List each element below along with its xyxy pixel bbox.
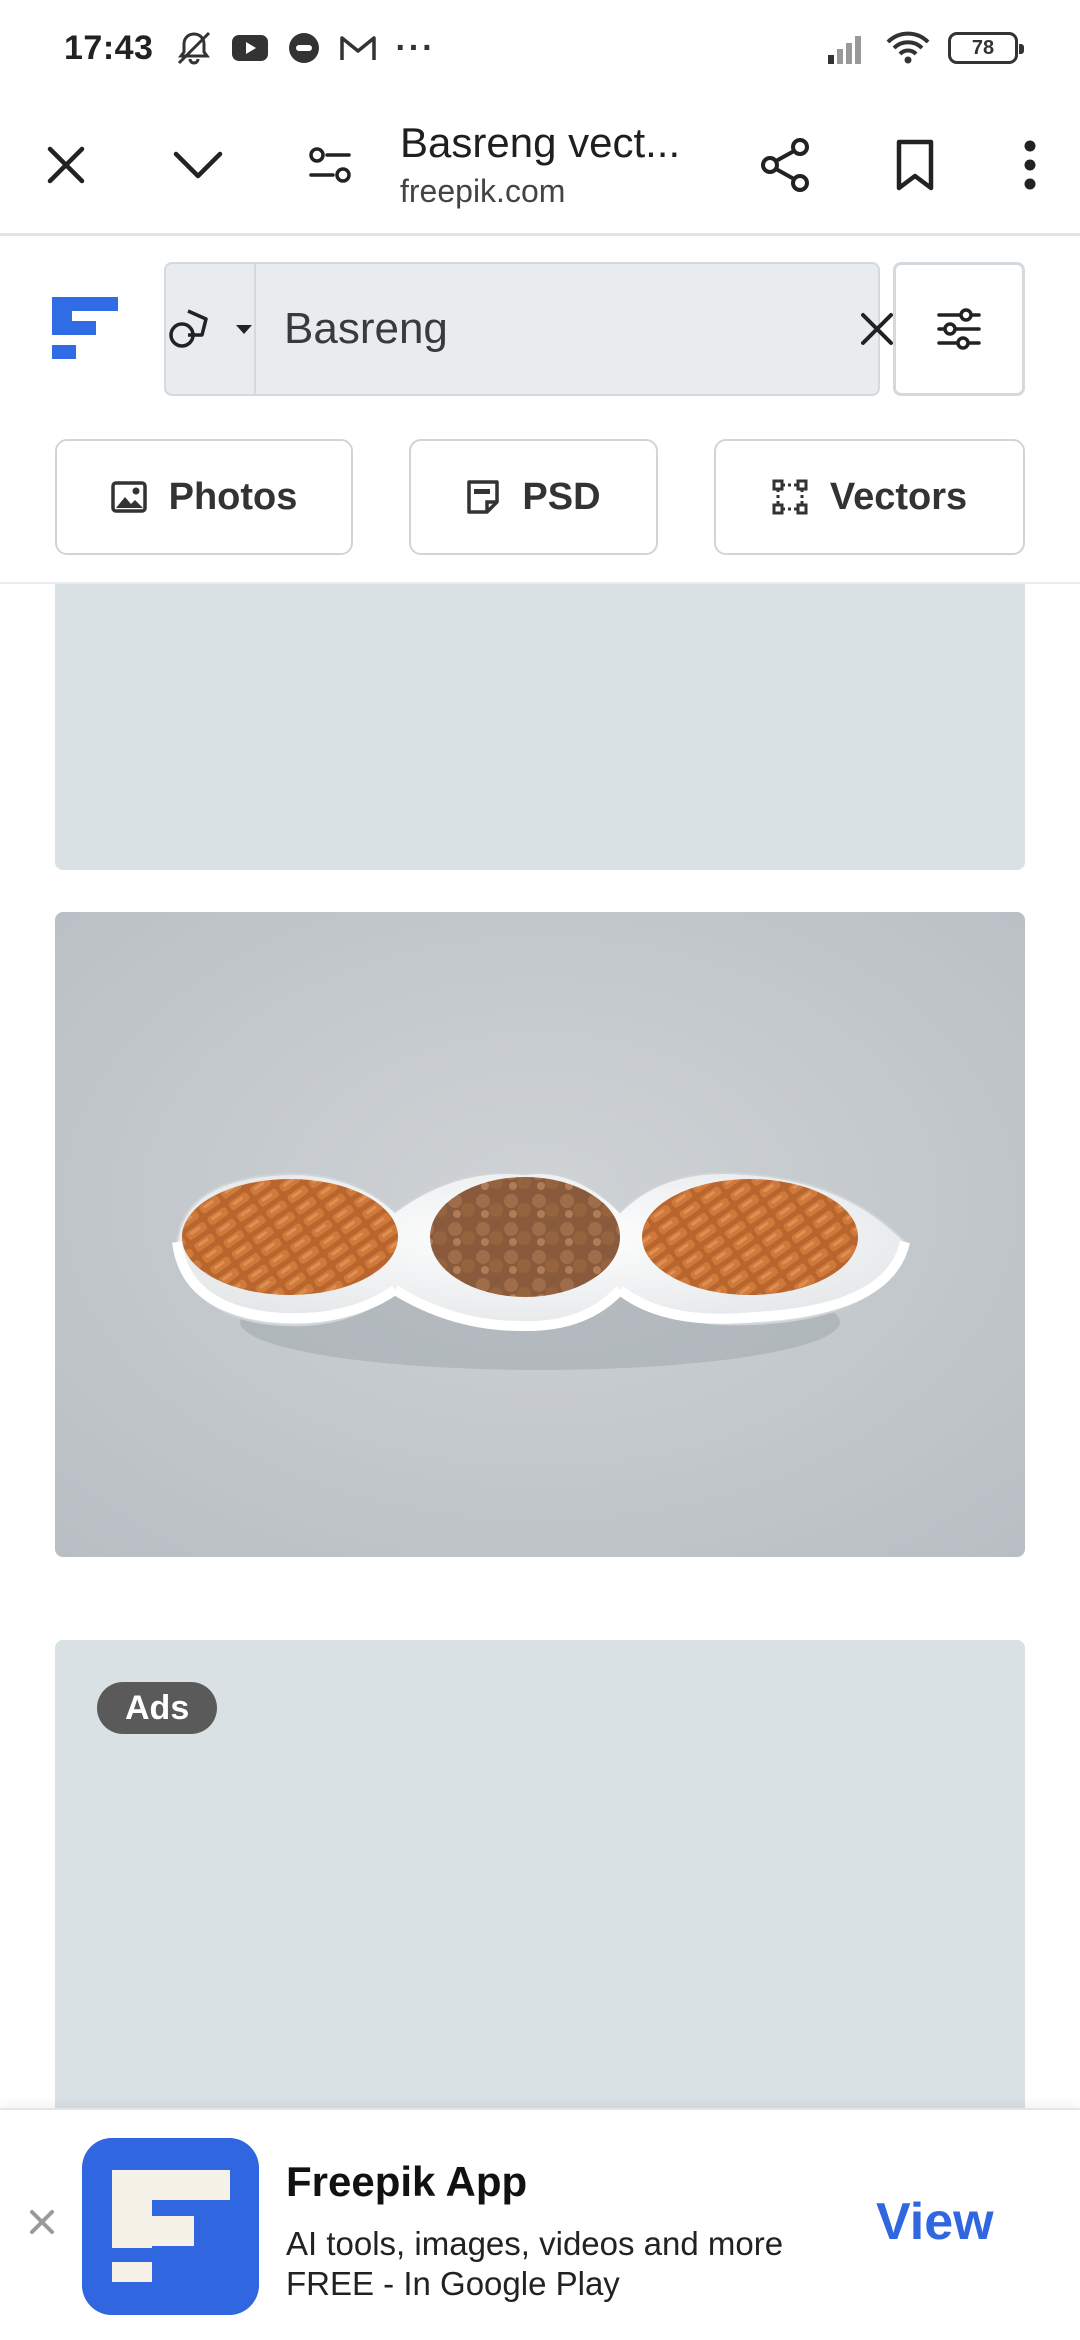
page-title: Basreng vect... (400, 119, 681, 166)
filter-psd-button[interactable]: PSD (409, 439, 658, 555)
chat-bubble-icon (289, 33, 320, 63)
app-install-banner: Freepik App AI tools, images, videos and… (0, 2108, 1080, 2340)
silent-bell-icon (178, 31, 211, 65)
view-app-button[interactable]: View (876, 2192, 994, 2252)
system-indicators: 78 (826, 31, 1024, 65)
tab-title-block[interactable]: Basreng vect... freepik.com (396, 119, 720, 210)
asset-type-dropdown[interactable] (166, 264, 256, 394)
share-button[interactable] (720, 95, 850, 235)
filter-sliders-icon (937, 308, 981, 350)
asset-type-filters: Photos PSD Vectors (0, 439, 1080, 555)
filter-photos-label: Photos (168, 475, 298, 518)
filter-psd-label: PSD (522, 475, 601, 518)
search-bar (164, 262, 971, 396)
status-bar: 17:43 ··· 78 (0, 0, 1080, 96)
more-vert-icon (1024, 140, 1036, 189)
bookmark-button[interactable] (850, 95, 980, 235)
tab-actions (720, 95, 1080, 235)
filters-button[interactable] (893, 262, 1025, 396)
close-icon (861, 313, 893, 345)
freepik-app-icon[interactable] (82, 2138, 259, 2315)
site-settings-icon (309, 146, 351, 183)
youtube-icon (232, 35, 269, 61)
banner-description-line-2: FREE - In Google Play (286, 2265, 620, 2302)
shapes-icon (169, 309, 208, 348)
wifi-icon (886, 31, 930, 64)
result-image-card[interactable] (55, 912, 1025, 1557)
more-notifications-indicator: ··· (395, 28, 436, 67)
filter-photos-button[interactable]: Photos (55, 439, 353, 555)
status-time: 17:43 (64, 28, 154, 67)
close-icon (47, 146, 85, 183)
close-icon (30, 2210, 54, 2234)
close-tab-button[interactable] (0, 95, 132, 235)
site-settings-button[interactable] (264, 95, 396, 235)
psd-file-icon (467, 480, 500, 514)
battery-level: 78 (971, 36, 995, 59)
freepik-logo-icon[interactable] (52, 297, 118, 363)
custom-tab-toolbar: Basreng vect... freepik.com (0, 96, 1080, 236)
bookmark-icon (896, 139, 934, 190)
minimize-tab-button[interactable] (132, 95, 264, 235)
image-icon (110, 481, 147, 513)
clear-search-button[interactable] (859, 264, 895, 394)
battery-indicator: 78 (948, 32, 1024, 64)
share-icon (761, 137, 809, 192)
gmail-icon (340, 36, 377, 60)
ads-badge: Ads (97, 1682, 218, 1734)
banner-description-line-1: AI tools, images, videos and more (286, 2225, 784, 2262)
chevron-down-icon (173, 151, 223, 178)
banner-description: AI tools, images, videos and more FREE -… (286, 2224, 783, 2304)
result-placeholder-card[interactable] (55, 584, 1025, 870)
search-input[interactable] (256, 264, 859, 394)
filter-vectors-button[interactable]: Vectors (714, 439, 1025, 555)
more-options-button[interactable] (980, 95, 1080, 235)
filter-vectors-label: Vectors (829, 475, 968, 518)
snack-bowls-photo (55, 912, 1025, 1557)
dismiss-banner-button[interactable] (22, 2202, 62, 2242)
site-header: Photos PSD Vectors (0, 239, 1080, 584)
caret-down-icon (236, 325, 252, 334)
banner-app-title: Freepik App (286, 2158, 528, 2205)
notification-icons: ··· (175, 29, 435, 68)
signal-icon (828, 36, 861, 64)
vector-icon (772, 479, 808, 515)
page-domain: freepik.com (400, 173, 566, 209)
